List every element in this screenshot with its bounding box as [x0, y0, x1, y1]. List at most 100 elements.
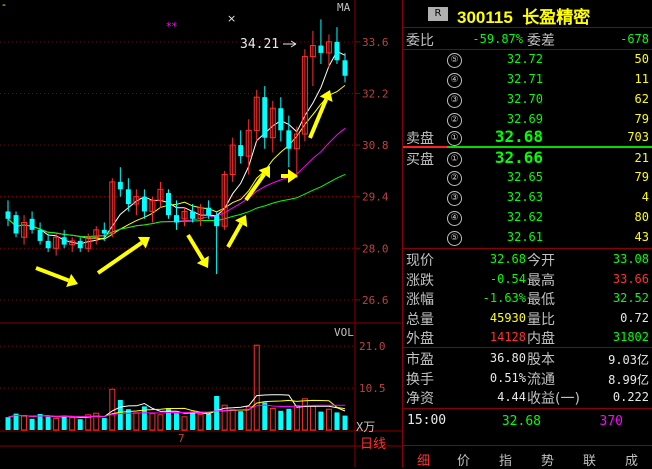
candle-body [45, 240, 51, 249]
volume-bar [229, 409, 236, 431]
weibi-label: 委比 [406, 33, 434, 49]
stat-label: 收益(一) [527, 391, 580, 407]
annotation-arrow-shaft [35, 266, 70, 283]
tab-link[interactable]: 联 [583, 450, 596, 469]
stock-name: 长盈精密 [522, 8, 591, 27]
level-number-icon: ① [447, 131, 462, 146]
stat-label: 股本 [527, 352, 555, 368]
volume-bar [69, 417, 76, 431]
candle-body [262, 97, 268, 138]
month-label: 7 [178, 432, 185, 445]
stat-value: 45930 [489, 310, 526, 325]
sells-volume: 11 [634, 72, 649, 86]
price-axis-tick-label: 32.2 [362, 87, 389, 100]
stat-label: 涨跌 [406, 272, 434, 289]
price-axis-tick-label: 29.4 [362, 191, 389, 204]
stat-value: 14128 [489, 330, 526, 344]
stat-value: 0.72 [620, 310, 649, 325]
buy-label: 买盘 [406, 152, 434, 168]
stat-value: 32.68 [489, 252, 526, 266]
buys-level-1[interactable]: ① 32.66 21 买盘 [403, 148, 652, 169]
candle-body [37, 229, 43, 241]
level-number-icon: ④ [447, 73, 462, 88]
buys-volume: 21 [634, 151, 649, 165]
volume-bar [101, 418, 107, 430]
volume-bar [174, 413, 179, 430]
r-badge: R [428, 7, 448, 21]
sells-price: 32.69 [506, 112, 543, 126]
stats-row: 外盘 14128 内盘 31802 [403, 328, 652, 348]
stats-row: 涨跌 -0.54 最高 33.66 [403, 270, 652, 290]
buys-level-5[interactable]: ⑤ 32.61 43 [403, 228, 652, 248]
candle-body [318, 45, 324, 53]
buys-price: 32.63 [506, 190, 543, 204]
volume-bar [318, 411, 324, 430]
crosshair-icon: × [227, 12, 237, 25]
stats-row: 涨幅 -1.63% 最低 32.52 [403, 289, 652, 309]
stat-label: 流通 [527, 371, 555, 388]
stat-label: 最低 [527, 292, 555, 308]
annotation-arrow-shaft [244, 173, 266, 202]
kline-chart-area[interactable]: 33.6 32.2 30.8 29.4 28.0 26.6 21.0 10.5 MA VOL … [0, 0, 402, 467]
price-axis-tick-label: 28.0 [362, 242, 389, 255]
stats2-row: 市盈 36.80 股本 9.03亿 [403, 349, 652, 369]
stat-value: 33.66 [612, 271, 649, 286]
buys-level-2[interactable]: ② 32.65 79 [403, 168, 652, 188]
volume-bar [61, 415, 67, 430]
volume-bar [117, 400, 123, 430]
candle-body [61, 237, 67, 245]
sells-volume: 50 [634, 52, 649, 66]
stat-label: 最高 [527, 272, 555, 289]
candle-body [141, 196, 147, 212]
level-number-icon: ② [447, 171, 462, 186]
sell-buy-divider-green [447, 146, 652, 148]
sells-level-3[interactable]: ③ 32.70 62 [403, 90, 652, 110]
buys-level-4[interactable]: ④ 32.62 80 [403, 208, 652, 228]
candle-body [5, 211, 11, 219]
buys-volume: 43 [634, 230, 649, 244]
weicha-value: -678 [620, 32, 649, 46]
tab-trades[interactable]: 成 [625, 450, 638, 469]
stock-code: 300115 长盈精密 [457, 3, 590, 28]
stat-value: 9.03亿 [608, 353, 649, 367]
volume-bar [149, 413, 156, 431]
volume-bar [21, 415, 28, 431]
candle-body [206, 207, 212, 216]
buys-level-3[interactable]: ③ 32.63 4 [403, 188, 652, 208]
level-number-icon: ① [447, 152, 462, 167]
sells-price: 32.71 [506, 72, 543, 86]
candle-body [214, 215, 220, 227]
candle-body [342, 60, 348, 76]
stat-label: 涨幅 [406, 292, 434, 308]
sells-level-5[interactable]: ① 32.68 703 卖盘 [403, 127, 652, 148]
kline-chart-svg[interactable]: 33.6 32.2 30.8 29.4 28.0 26.6 21.0 10.5 [0, 0, 402, 467]
stat-value: 31802 [612, 330, 649, 344]
volume-bar [325, 408, 332, 431]
sells-level-2[interactable]: ④ 32.71 11 [403, 70, 652, 90]
sells-level-1[interactable]: ⑤ 32.72 50 [403, 50, 652, 70]
tab-trend[interactable]: 势 [541, 450, 554, 469]
tab-detail[interactable]: 细 [417, 450, 430, 469]
level-number-icon: ③ [447, 191, 462, 206]
tab-index[interactable]: 指 [499, 450, 512, 469]
stat-value: 32.52 [612, 291, 649, 305]
volume-bar [29, 418, 35, 430]
volume-bar [157, 414, 164, 431]
level-number-icon: ③ [447, 93, 462, 108]
volume-bar [301, 398, 308, 431]
volume-bar [334, 412, 340, 430]
stats2-row: 净资 4.44 收益(一) 0.222 [403, 388, 652, 408]
candle-body [77, 240, 83, 249]
volume-bar [214, 396, 220, 430]
stats-row: 总量 45930 量比 0.72 [403, 309, 652, 329]
volume-bar [269, 407, 276, 431]
volume-bar [197, 413, 204, 431]
level-number-icon: ⑤ [447, 53, 462, 68]
daily-period-button[interactable]: 日线 [360, 433, 386, 452]
volume-bar [133, 412, 140, 431]
stock-code-value: 300115 [457, 8, 513, 27]
tab-price[interactable]: 价 [457, 450, 470, 469]
buys-price: 32.61 [506, 230, 543, 244]
stats2-row: 换手 0.51% 流通 8.99亿 [403, 369, 652, 389]
volume-bar [125, 409, 131, 430]
